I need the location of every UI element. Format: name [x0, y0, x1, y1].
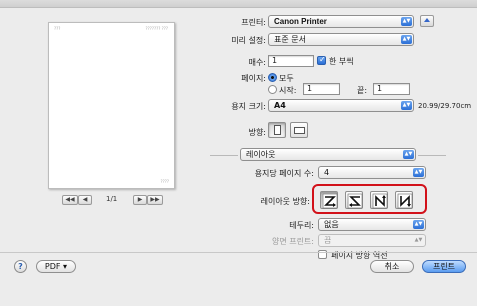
page-preview: ??? ??????? ??? ????	[48, 22, 175, 189]
section-value: 레이아웃	[246, 150, 276, 159]
layout-z-button[interactable]	[320, 191, 338, 209]
help-button[interactable]: ?	[14, 260, 27, 273]
portrait-icon	[274, 125, 281, 135]
pages-label: 페이지:	[241, 74, 266, 83]
portrait-button[interactable]	[268, 122, 286, 138]
layout-z-icon	[322, 193, 338, 209]
presets-value: 표준 문서	[274, 35, 306, 44]
pages-from-label: 시작:	[279, 86, 297, 95]
duplex-label: 양면 프린트:	[271, 237, 314, 246]
layout-s-icon	[347, 193, 363, 209]
layout-n-icon	[397, 193, 413, 209]
preview-footer: ????	[160, 179, 170, 184]
border-popup[interactable]: 없음 ▲▼	[318, 218, 426, 231]
cancel-button[interactable]: 취소	[370, 260, 414, 273]
paper-dimensions: 20.99/29.70cm	[418, 102, 472, 110]
paper-size-value: A4	[274, 101, 286, 110]
copies-label: 매수:	[248, 58, 266, 67]
layout-n-button[interactable]	[395, 191, 413, 209]
section-popup[interactable]: 레이아웃 ▲▼	[240, 148, 416, 161]
paper-size-popup[interactable]: A4 ▲▼	[268, 99, 414, 112]
pages-all-radio[interactable]	[268, 73, 277, 82]
popup-arrows-icon: ▲▼	[414, 237, 423, 243]
pdf-button[interactable]: PDF ▾	[36, 260, 76, 273]
page-indicator: 1/1	[106, 195, 118, 203]
pages-range-radio[interactable]	[268, 85, 277, 94]
popup-arrows-icon: ▲▼	[413, 168, 424, 177]
printer-popup[interactable]: Canon Printer ▲▼	[268, 15, 414, 28]
presets-label: 미리 설정:	[231, 36, 266, 45]
separator-left	[210, 155, 238, 156]
pages-to-label: 끝:	[357, 86, 368, 95]
print-button[interactable]: 프린트	[422, 260, 466, 273]
collate-checkbox[interactable]	[317, 55, 326, 65]
pages-from-field[interactable]: 1	[303, 83, 340, 95]
disclosure-triangle-icon	[424, 18, 430, 22]
popup-arrows-icon: ▲▼	[401, 101, 412, 110]
collate-label: 한 부씩	[329, 57, 354, 66]
landscape-button[interactable]	[290, 122, 308, 138]
preview-header-left: ???	[54, 26, 61, 31]
next-page-button[interactable]: ▶	[133, 195, 147, 205]
presets-popup[interactable]: 표준 문서 ▲▼	[268, 33, 414, 46]
landscape-icon	[294, 127, 305, 134]
popup-arrows-icon: ▲▼	[401, 35, 412, 44]
preview-header-right: ??????? ???	[145, 26, 168, 31]
footer-divider	[0, 252, 477, 253]
first-page-button[interactable]: ◀◀	[62, 195, 78, 205]
pages-all-label: 모두	[279, 74, 294, 83]
orientation-label: 방향:	[248, 128, 266, 137]
duplex-popup: 끔 ▲▼	[318, 234, 426, 247]
printer-label: 프린터:	[241, 18, 266, 27]
layout-s-button[interactable]	[345, 191, 363, 209]
duplex-value: 끔	[324, 236, 332, 245]
pages-per-sheet-label: 용지당 페이지 수:	[254, 169, 314, 178]
popup-arrows-icon: ▲▼	[413, 220, 424, 229]
layout-direction-label: 레이아웃 방향:	[260, 197, 310, 206]
pages-per-sheet-popup[interactable]: 4 ▲▼	[318, 166, 426, 179]
printer-value: Canon Printer	[274, 17, 327, 26]
border-value: 없음	[324, 220, 339, 229]
pages-to-field[interactable]: 1	[373, 83, 410, 95]
previous-page-button[interactable]: ◀	[78, 195, 92, 205]
disclosure-button[interactable]	[420, 15, 434, 27]
window-titlebar	[0, 0, 477, 8]
paper-size-label: 용지 크기:	[231, 102, 266, 111]
popup-arrows-icon: ▲▼	[403, 150, 414, 159]
pages-per-sheet-value: 4	[324, 168, 330, 177]
last-page-button[interactable]: ▶▶	[147, 195, 163, 205]
copies-field[interactable]: 1	[268, 55, 314, 67]
popup-arrows-icon: ▲▼	[401, 17, 412, 26]
layout-n-reverse-button[interactable]	[370, 191, 388, 209]
layout-n-reverse-icon	[372, 193, 388, 209]
border-label: 테두리:	[289, 221, 314, 230]
separator-right	[418, 155, 446, 156]
